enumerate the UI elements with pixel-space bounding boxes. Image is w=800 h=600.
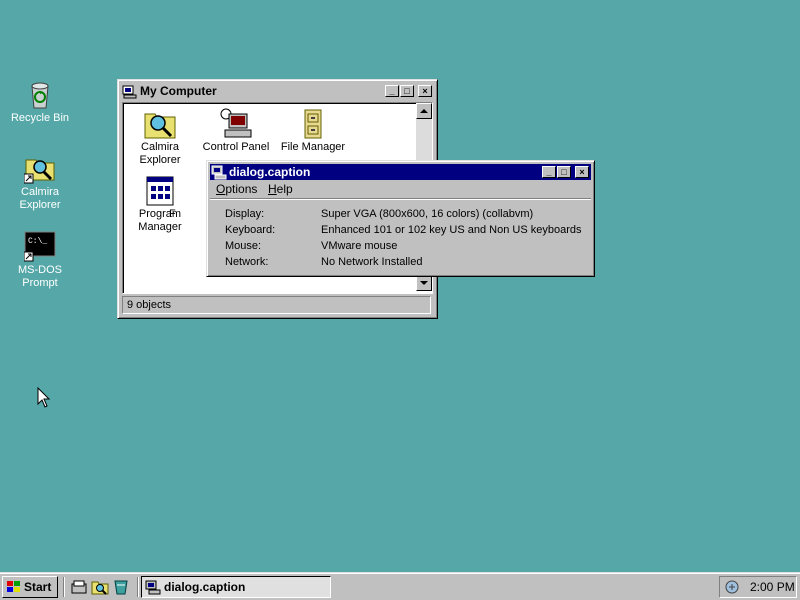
my-computer-title: My Computer xyxy=(140,84,217,98)
item-program-manager[interactable]: Program Manager xyxy=(120,175,200,234)
magnifier-icon xyxy=(144,113,176,139)
my-computer-icon xyxy=(122,85,137,99)
svg-text:C:\_: C:\_ xyxy=(28,237,47,246)
maximize-button[interactable]: □ xyxy=(400,85,414,97)
computer-icon xyxy=(211,165,227,180)
arrow-up-icon xyxy=(420,109,428,113)
scroll-down-button[interactable] xyxy=(416,275,432,291)
desktop-icon-label: Calmira Explorer xyxy=(19,186,61,211)
scroll-up-button[interactable] xyxy=(416,103,432,119)
info-label-network: Network: xyxy=(225,256,269,268)
info-value-display: Super VGA (800x600, 16 colors) (collabvm… xyxy=(321,208,534,220)
info-label-keyboard: Keyboard: xyxy=(225,224,276,236)
status-text: 9 objects xyxy=(127,299,172,311)
item-file-manager[interactable]: File Manager xyxy=(273,108,353,154)
arrow-down-icon xyxy=(420,281,428,285)
close-button[interactable]: × xyxy=(418,85,432,97)
task-button-dialog[interactable]: dialog.caption xyxy=(141,576,331,598)
dialog-separator xyxy=(210,198,591,200)
start-button[interactable]: Start xyxy=(2,576,58,598)
desktop-icon-ms-dos-prompt[interactable]: C:\_ MS-DOS Prompt xyxy=(5,230,75,290)
dialog-menubar: Options Help xyxy=(210,180,591,198)
start-label: Start xyxy=(24,580,52,594)
quick-launch-icon-2[interactable] xyxy=(91,578,109,596)
dialog-window[interactable]: dialog.caption _ □ × Options Help Displa… xyxy=(206,160,595,277)
desktop-icon-label: Recycle Bin xyxy=(10,112,70,124)
info-value-keyboard: Enhanced 101 or 102 key US and Non US ke… xyxy=(321,224,582,236)
info-value-network: No Network Installed xyxy=(321,256,423,268)
info-value-mouse: VMware mouse xyxy=(321,240,398,252)
desktop-icon-recycle-bin[interactable]: Recycle Bin xyxy=(5,78,75,125)
system-info: Display: Super VGA (800x600, 16 colors) … xyxy=(207,201,594,271)
menu-options[interactable]: Options xyxy=(216,182,257,196)
maximize-button[interactable]: □ xyxy=(557,166,571,178)
taskbar-divider xyxy=(63,577,65,597)
menu-help[interactable]: Help xyxy=(268,182,293,196)
system-tray: 2:00 PM xyxy=(719,576,797,598)
quick-launch-icon-1[interactable] xyxy=(70,578,88,596)
item-label: Calmira Explorer xyxy=(139,141,181,166)
recycle-bin-icon xyxy=(31,82,49,109)
info-label-display: Display: xyxy=(225,208,265,220)
menu-accelerator: O xyxy=(216,182,226,196)
item-label: Control Panel xyxy=(202,141,270,153)
menu-accelerator: H xyxy=(268,182,277,196)
minimize-button[interactable]: _ xyxy=(542,166,556,178)
desktop-icon-label: MS-DOS Prompt xyxy=(18,264,62,289)
close-button[interactable]: × xyxy=(575,166,589,178)
ms-dos-prompt-icon: C:\_ xyxy=(24,231,56,262)
item-calmira-explorer[interactable]: Calmira Explorer xyxy=(120,108,200,167)
menu-label-rest: ptions xyxy=(225,182,258,196)
info-label-mouse: Mouse: xyxy=(225,240,262,252)
quick-launch xyxy=(68,577,134,597)
taskbar-divider xyxy=(137,577,139,597)
desktop-icon-calmira-explorer[interactable]: Calmira Explorer xyxy=(5,152,75,212)
item-control-panel[interactable]: Control Panel xyxy=(196,108,276,154)
dialog-titlebar[interactable]: dialog.caption _ □ × xyxy=(210,164,591,180)
my-computer-titlebar[interactable]: My Computer _ □ × xyxy=(121,83,434,99)
file-cabinet-icon xyxy=(304,109,322,139)
item-label: F xyxy=(169,208,176,220)
menu-label-rest: elp xyxy=(276,182,293,196)
minimize-button[interactable]: _ xyxy=(385,85,399,97)
status-bar: 9 objects xyxy=(122,296,431,314)
program-manager-icon xyxy=(146,176,174,206)
mouse-cursor-icon xyxy=(37,387,51,408)
dialog-title: dialog.caption xyxy=(229,165,311,179)
clock[interactable]: 2:00 PM xyxy=(750,580,795,594)
taskbar: Start dialog.caption 2:00 PM xyxy=(0,572,800,600)
item-label: File Manager xyxy=(280,141,346,153)
computer-icon xyxy=(145,580,161,595)
task-button-label: dialog.caption xyxy=(164,580,246,594)
item-partial[interactable]: F xyxy=(169,208,183,221)
quick-launch-icon-3[interactable] xyxy=(112,578,130,596)
control-panel-icon xyxy=(220,108,252,138)
windows-logo-icon xyxy=(7,581,20,592)
tray-icon[interactable] xyxy=(724,579,740,595)
calmira-explorer-icon xyxy=(24,159,55,184)
